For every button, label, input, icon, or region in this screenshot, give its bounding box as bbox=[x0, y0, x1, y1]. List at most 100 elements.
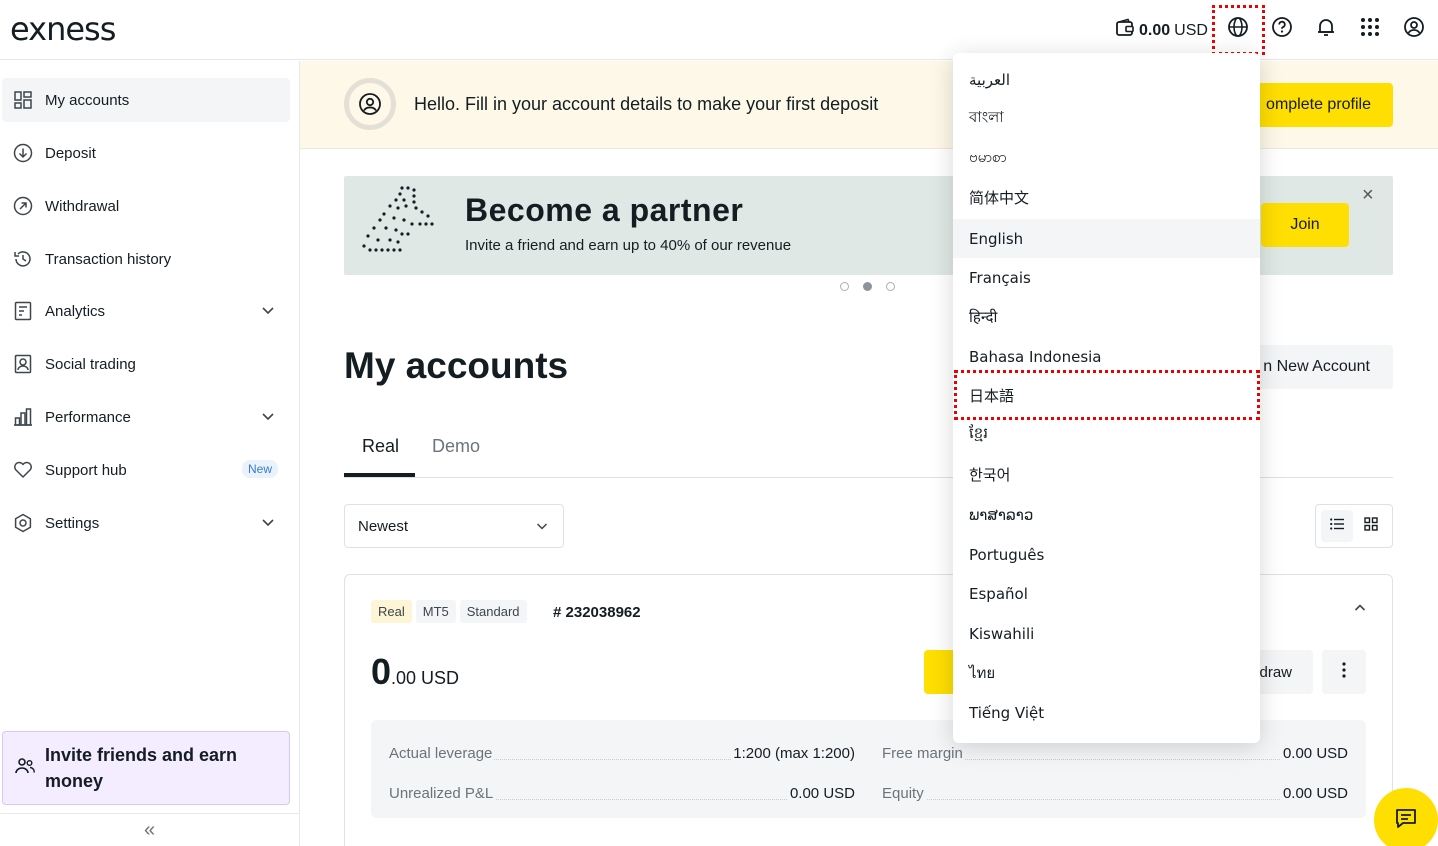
double-chevron-left-icon: « bbox=[143, 818, 156, 841]
sidebar-item-performance[interactable]: Performance bbox=[2, 395, 290, 439]
language-option-thai[interactable]: ไทย bbox=[953, 653, 1260, 692]
chevron-up-icon[interactable] bbox=[1353, 601, 1367, 620]
invite-friends-banner[interactable]: Invite friends and earn money bbox=[2, 731, 290, 805]
page-title: My accounts bbox=[344, 345, 569, 386]
kebab-icon bbox=[1342, 661, 1346, 683]
notice-text: Hello. Fill in your account details to m… bbox=[414, 94, 879, 114]
language-option-bangla[interactable]: বাংলা bbox=[953, 99, 1260, 138]
language-option-japanese[interactable]: 日本語 bbox=[953, 376, 1260, 415]
sidebar: My accounts Deposit Withdrawal Transacti… bbox=[0, 61, 300, 846]
help-button[interactable] bbox=[1270, 16, 1294, 43]
sidebar-item-withdrawal[interactable]: Withdrawal bbox=[2, 184, 290, 228]
tab-demo[interactable]: Demo bbox=[432, 436, 480, 457]
sort-select[interactable]: Newest bbox=[344, 504, 564, 548]
history-icon bbox=[12, 248, 34, 270]
gear-icon bbox=[12, 512, 34, 534]
tag-standard: Standard bbox=[459, 600, 527, 623]
sidebar-item-settings[interactable]: Settings bbox=[2, 501, 290, 545]
close-icon[interactable]: × bbox=[1362, 184, 1374, 207]
language-option-french[interactable]: Français bbox=[953, 258, 1260, 297]
stat-label: Actual leverage bbox=[389, 745, 495, 762]
tab-real[interactable]: Real bbox=[362, 436, 399, 457]
promo-subtitle: Invite a friend and earn up to 40% of ou… bbox=[465, 237, 792, 254]
stat-value: 1:200 (max 1:200) bbox=[731, 745, 855, 762]
balance-amount: 0.00 bbox=[1139, 21, 1171, 39]
notifications-button[interactable] bbox=[1314, 17, 1338, 41]
more-options-button[interactable] bbox=[1322, 650, 1366, 694]
list-view-button[interactable] bbox=[1321, 510, 1353, 542]
balance-decimal: .00 USD bbox=[391, 668, 460, 688]
language-button[interactable] bbox=[1226, 16, 1250, 43]
stat-label: Unrealized P&L bbox=[389, 785, 496, 802]
language-option-vietnamese[interactable]: Tiếng Việt bbox=[953, 693, 1260, 732]
apps-grid-icon bbox=[1360, 17, 1380, 42]
language-option-burmese[interactable]: ဗမာစာ bbox=[953, 139, 1260, 178]
sidebar-item-my-accounts[interactable]: My accounts bbox=[2, 78, 290, 122]
carousel-dot[interactable] bbox=[886, 282, 895, 291]
collapse-sidebar-button[interactable]: « bbox=[0, 813, 299, 846]
tag-mt5: MT5 bbox=[415, 600, 456, 623]
language-option-english[interactable]: English bbox=[953, 219, 1260, 258]
sidebar-item-label: Withdrawal bbox=[45, 197, 120, 215]
chevron-down-icon bbox=[260, 408, 276, 428]
complete-profile-button[interactable]: omplete profile bbox=[1240, 83, 1393, 127]
stat-free-margin: Free margin 0.00 USD bbox=[882, 745, 1348, 765]
promo-title: Become a partner bbox=[465, 192, 744, 228]
sidebar-item-label: Deposit bbox=[45, 144, 96, 162]
carousel-indicators bbox=[840, 282, 895, 291]
balance-display[interactable]: 0.00 USD bbox=[1115, 18, 1208, 43]
account-tags: Real MT5 Standard bbox=[371, 600, 527, 623]
chevron-down-icon bbox=[260, 514, 276, 534]
exness-logo[interactable]: exness bbox=[10, 10, 116, 48]
language-option-hindi[interactable]: हिन्दी bbox=[953, 297, 1260, 336]
profile-progress-ring bbox=[344, 78, 396, 130]
partner-illustration-icon bbox=[360, 184, 442, 271]
language-option-lao[interactable]: ພາສາລາວ bbox=[953, 495, 1260, 534]
profile-button[interactable] bbox=[1402, 16, 1426, 41]
balance-currency: USD bbox=[1174, 21, 1208, 39]
language-option-chinese[interactable]: 简体中文 bbox=[953, 178, 1260, 217]
sidebar-item-transaction-history[interactable]: Transaction history bbox=[2, 237, 290, 281]
new-badge: New bbox=[241, 460, 278, 478]
chevron-down-icon bbox=[260, 302, 276, 322]
language-option-khmer[interactable]: ខ្មែរ bbox=[953, 415, 1260, 454]
language-option-indonesian[interactable]: Bahasa Indonesia bbox=[953, 337, 1260, 376]
sidebar-item-social-trading[interactable]: Social trading bbox=[2, 342, 290, 386]
chat-support-button[interactable] bbox=[1374, 788, 1438, 846]
open-new-account-button[interactable]: n New Account bbox=[1250, 345, 1393, 389]
language-option-korean[interactable]: 한국어 bbox=[953, 455, 1260, 494]
invite-line-1: Invite friends and earn bbox=[45, 745, 238, 765]
arrow-up-right-circle-icon bbox=[12, 195, 34, 217]
language-option-arabic[interactable]: العربية bbox=[953, 60, 1260, 99]
trade-button[interactable] bbox=[924, 650, 954, 694]
sidebar-item-label: My accounts bbox=[45, 91, 130, 109]
carousel-dot-active[interactable] bbox=[863, 282, 872, 291]
invite-line-2: money bbox=[45, 771, 104, 791]
sidebar-item-label: Performance bbox=[45, 408, 131, 426]
grid-view-button[interactable] bbox=[1355, 510, 1387, 542]
sidebar-item-deposit[interactable]: Deposit bbox=[2, 131, 290, 175]
grid-icon bbox=[12, 89, 34, 111]
chevron-down-icon bbox=[535, 519, 549, 537]
language-dropdown: العربية বাংলা ဗမာစာ 简体中文 English Françai… bbox=[953, 53, 1260, 743]
stat-value: 0.00 USD bbox=[787, 785, 855, 802]
sort-value: Newest bbox=[358, 517, 409, 535]
language-option-portuguese[interactable]: Português bbox=[953, 535, 1260, 574]
language-option-swahili[interactable]: Kiswahili bbox=[953, 614, 1260, 653]
question-icon bbox=[1271, 16, 1293, 43]
globe-icon bbox=[1227, 16, 1249, 43]
sidebar-item-label: Support hub bbox=[45, 461, 127, 479]
account-number: # 232038962 bbox=[553, 604, 641, 621]
stat-value: 0.00 USD bbox=[1280, 745, 1348, 762]
apps-button[interactable] bbox=[1358, 17, 1382, 41]
carousel-dot[interactable] bbox=[840, 282, 849, 291]
stat-unrealized-pnl: Unrealized P&L 0.00 USD bbox=[389, 785, 855, 805]
join-button[interactable]: Join bbox=[1261, 203, 1349, 247]
arrow-down-circle-icon bbox=[12, 142, 34, 164]
sidebar-item-support-hub[interactable]: Support hub New bbox=[2, 448, 290, 492]
language-option-spanish[interactable]: Español bbox=[953, 574, 1260, 613]
top-header: exness 0.00 USD bbox=[0, 0, 1438, 60]
sidebar-item-analytics[interactable]: Analytics bbox=[2, 289, 290, 333]
stat-actual-leverage: Actual leverage 1:200 (max 1:200) bbox=[389, 745, 855, 765]
wallet-icon bbox=[1115, 18, 1135, 43]
